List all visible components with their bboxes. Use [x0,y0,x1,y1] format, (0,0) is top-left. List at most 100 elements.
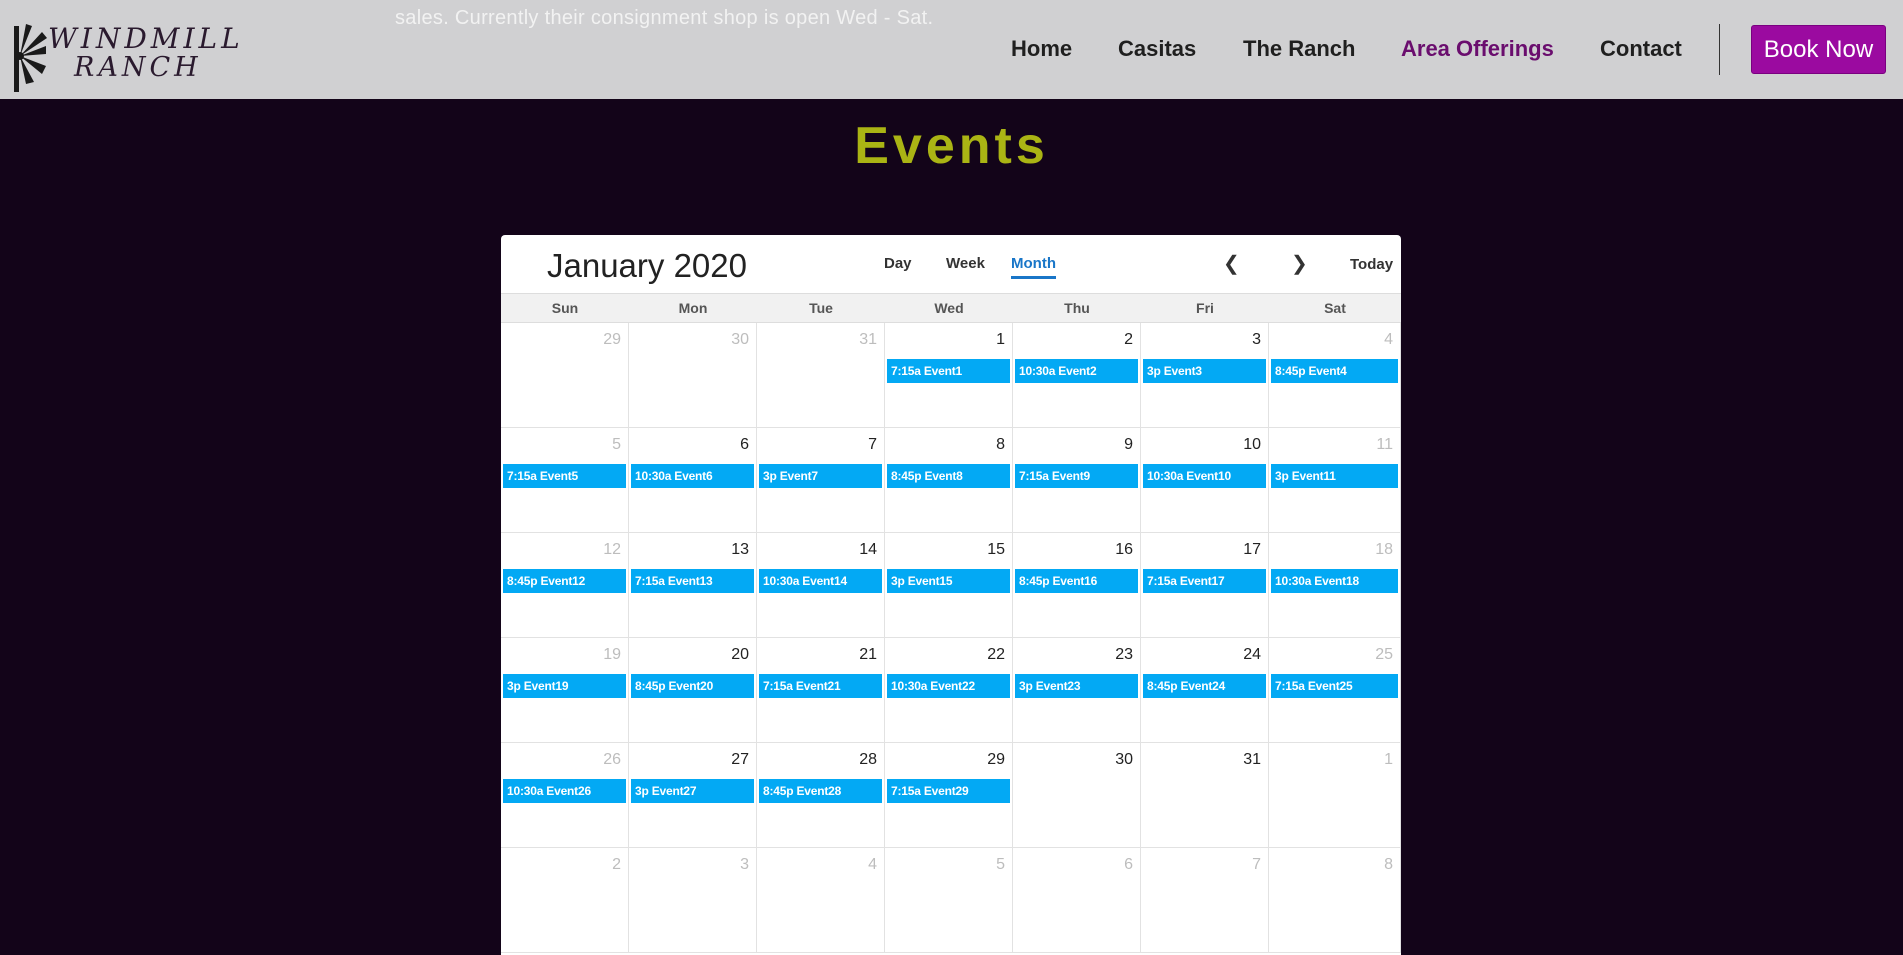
day-cell[interactable]: 14 10:30a Event14 [757,533,885,638]
calendar-event[interactable]: 10:30a Event10 [1143,464,1266,488]
day-cell[interactable]: 9 7:15a Event9 [1013,428,1141,533]
day-cell[interactable]: 31 [1141,743,1269,848]
day-cell[interactable]: 11 3p Event11 [1269,428,1401,533]
day-cell[interactable]: 4 8:45p Event4 [1269,323,1401,428]
calendar-event[interactable]: 10:30a Event26 [503,779,626,803]
calendar-event[interactable]: 7:15a Event1 [887,359,1010,383]
calendar-event[interactable]: 8:45p Event20 [631,674,754,698]
calendar-event[interactable]: 7:15a Event5 [503,464,626,488]
calendar-event[interactable]: 7:15a Event21 [759,674,882,698]
calendar-event[interactable]: 3p Event11 [1271,464,1398,488]
day-cell[interactable]: 29 7:15a Event29 [885,743,1013,848]
day-cell[interactable]: 29 [501,323,629,428]
day-cell[interactable]: 23 3p Event23 [1013,638,1141,743]
day-cell[interactable]: 5 [885,848,1013,953]
day-number: 25 [1375,646,1393,663]
calendar-event[interactable]: 8:45p Event4 [1271,359,1398,383]
day-cell[interactable]: 30 [1013,743,1141,848]
day-cell[interactable]: 6 [1013,848,1141,953]
nav-casitas[interactable]: Casitas [1118,36,1196,62]
day-cell[interactable]: 20 8:45p Event20 [629,638,757,743]
logo-line-2: RANCH [74,52,202,83]
day-number: 19 [603,646,621,663]
calendar-event[interactable]: 3p Event15 [887,569,1010,593]
day-cell[interactable]: 12 8:45p Event12 [501,533,629,638]
day-cell[interactable]: 5 7:15a Event5 [501,428,629,533]
day-cell[interactable]: 30 [629,323,757,428]
day-cell[interactable]: 7 [1141,848,1269,953]
day-cell[interactable]: 15 3p Event15 [885,533,1013,638]
prev-month-icon[interactable]: ❮ [1223,251,1240,276]
day-cell[interactable]: 2 10:30a Event2 [1013,323,1141,428]
day-cell[interactable]: 26 10:30a Event26 [501,743,629,848]
calendar-event[interactable]: 10:30a Event22 [887,674,1010,698]
day-cell[interactable]: 28 8:45p Event28 [757,743,885,848]
nav-contact[interactable]: Contact [1600,36,1682,62]
day-cell[interactable]: 3 [629,848,757,953]
weekday-label: Sun [551,300,579,316]
weekday-label: Thu [1064,300,1090,316]
calendar-event[interactable]: 10:30a Event6 [631,464,754,488]
day-number: 1 [1384,751,1393,768]
calendar-event[interactable]: 3p Event23 [1015,674,1138,698]
day-cell[interactable]: 3 3p Event3 [1141,323,1269,428]
day-cell[interactable]: 22 10:30a Event22 [885,638,1013,743]
day-cell[interactable]: 31 [757,323,885,428]
nav-divider [1719,24,1720,75]
calendar-event[interactable]: 3p Event7 [759,464,882,488]
nav-the-ranch[interactable]: The Ranch [1243,36,1355,62]
calendar-event[interactable]: 8:45p Event16 [1015,569,1138,593]
calendar-event[interactable]: 7:15a Event17 [1143,569,1266,593]
calendar-event[interactable]: 7:15a Event13 [631,569,754,593]
day-cell[interactable]: 27 3p Event27 [629,743,757,848]
calendar: January 2020 Day Week Month ❮ ❯ Today Su… [501,235,1401,955]
calendar-event[interactable]: 3p Event19 [503,674,626,698]
day-cell[interactable]: 21 7:15a Event21 [757,638,885,743]
weekday-label: Wed [934,300,964,316]
day-cell[interactable]: 16 8:45p Event16 [1013,533,1141,638]
day-cell[interactable]: 8 [1269,848,1401,953]
day-cell[interactable]: 6 10:30a Event6 [629,428,757,533]
day-cell[interactable]: 2 [501,848,629,953]
day-cell[interactable]: 17 7:15a Event17 [1141,533,1269,638]
calendar-event[interactable]: 3p Event3 [1143,359,1266,383]
calendar-event[interactable]: 3p Event27 [631,779,754,803]
day-cell[interactable]: 8 8:45p Event8 [885,428,1013,533]
calendar-event[interactable]: 7:15a Event29 [887,779,1010,803]
calendar-event[interactable]: 10:30a Event14 [759,569,882,593]
day-cell[interactable]: 24 8:45p Event24 [1141,638,1269,743]
day-number: 27 [731,751,749,768]
view-day-button[interactable]: Day [884,255,912,276]
next-month-icon[interactable]: ❯ [1291,251,1308,276]
today-button[interactable]: Today [1350,256,1393,273]
day-cell[interactable]: 19 3p Event19 [501,638,629,743]
view-month-button[interactable]: Month [1011,255,1056,279]
calendar-event[interactable]: 8:45p Event12 [503,569,626,593]
weekday-label: Fri [1196,300,1214,316]
day-number: 22 [987,646,1005,663]
site-header: sales. Currently their consignment shop … [0,0,1903,99]
day-number: 5 [996,856,1005,873]
day-cell[interactable]: 1 [1269,743,1401,848]
calendar-event[interactable]: 10:30a Event2 [1015,359,1138,383]
windmill-ranch-logo[interactable]: WINDMILL RANCH [12,18,240,96]
day-number: 26 [603,751,621,768]
book-now-button[interactable]: Book Now [1751,25,1886,74]
calendar-event[interactable]: 7:15a Event9 [1015,464,1138,488]
calendar-event[interactable]: 10:30a Event18 [1271,569,1398,593]
day-cell[interactable]: 4 [757,848,885,953]
day-cell[interactable]: 13 7:15a Event13 [629,533,757,638]
day-number: 13 [731,541,749,558]
view-week-button[interactable]: Week [946,255,985,276]
day-cell[interactable]: 10 10:30a Event10 [1141,428,1269,533]
day-cell[interactable]: 25 7:15a Event25 [1269,638,1401,743]
calendar-event[interactable]: 8:45p Event24 [1143,674,1266,698]
nav-home[interactable]: Home [1011,36,1072,62]
day-cell[interactable]: 7 3p Event7 [757,428,885,533]
day-cell[interactable]: 1 7:15a Event1 [885,323,1013,428]
nav-area-offerings[interactable]: Area Offerings [1401,36,1554,62]
calendar-event[interactable]: 8:45p Event8 [887,464,1010,488]
day-cell[interactable]: 18 10:30a Event18 [1269,533,1401,638]
calendar-event[interactable]: 8:45p Event28 [759,779,882,803]
calendar-event[interactable]: 7:15a Event25 [1271,674,1398,698]
